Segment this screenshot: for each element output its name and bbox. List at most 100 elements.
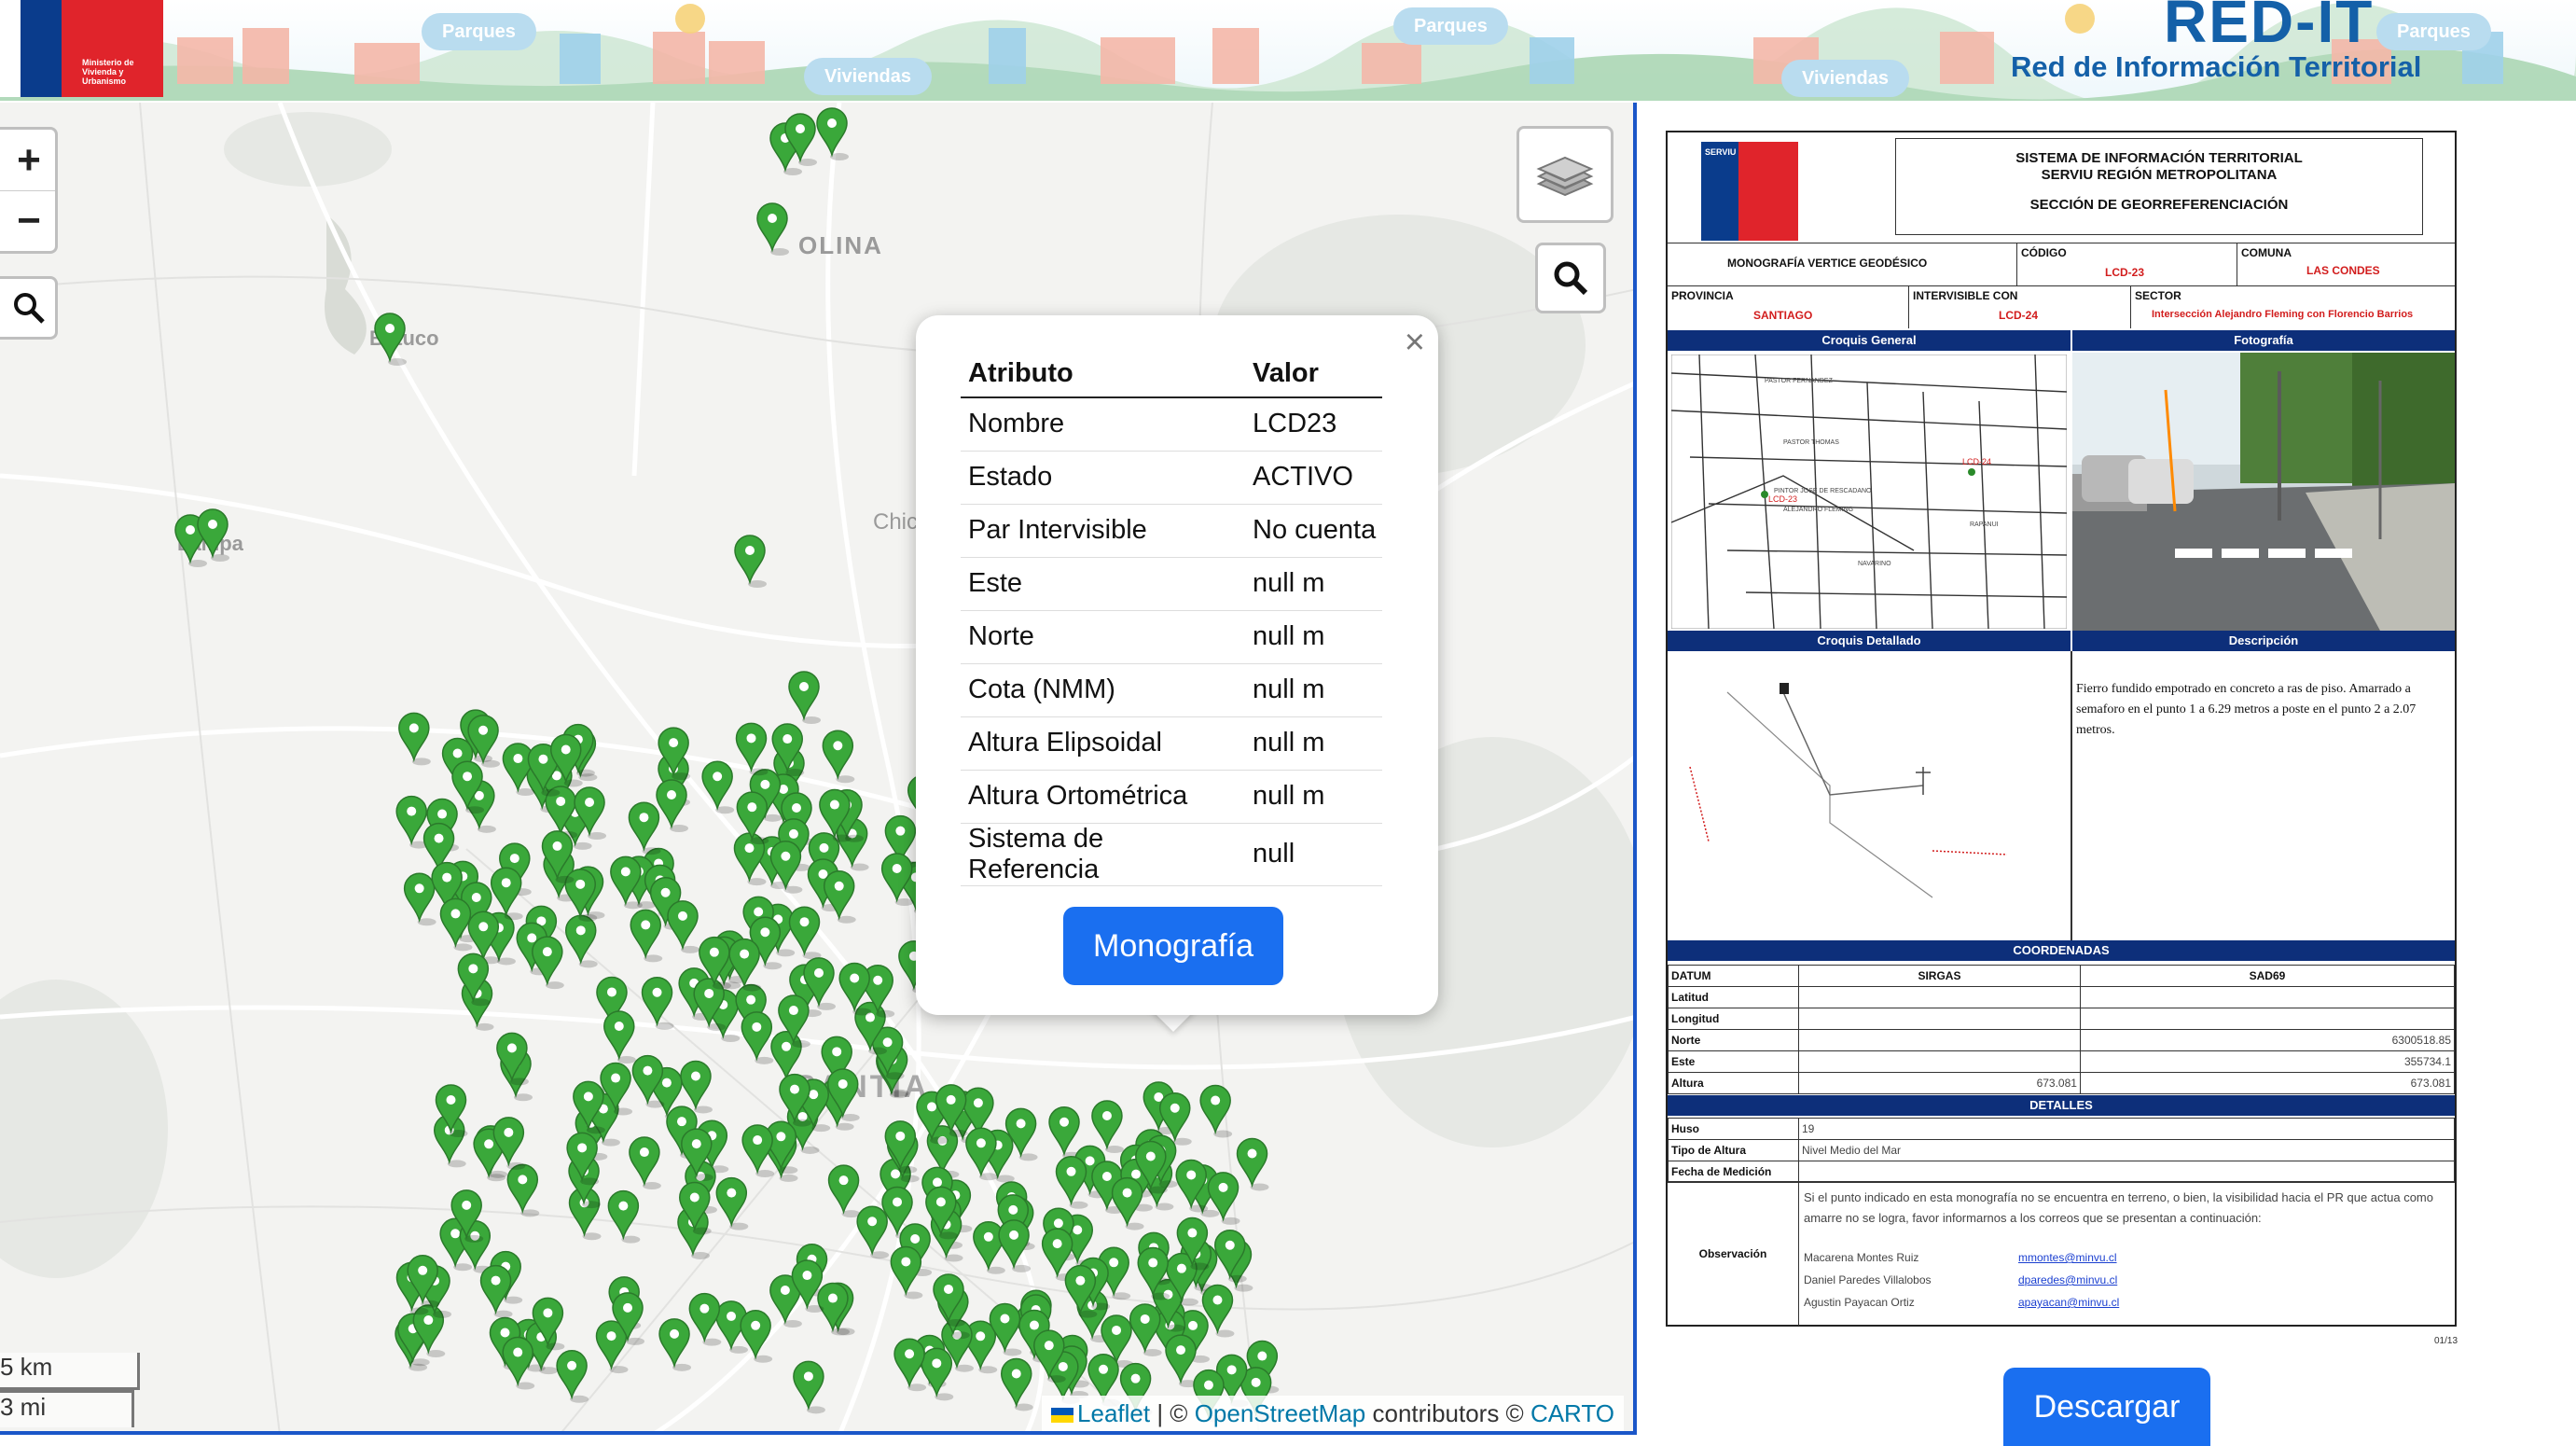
sector-value: Intersección Alejandro Fleming con Flore… bbox=[2152, 309, 2414, 320]
map-marker[interactable] bbox=[1165, 1334, 1198, 1388]
map-marker[interactable] bbox=[374, 313, 407, 366]
attribute-name: Estado bbox=[961, 451, 1245, 505]
table-row: DATUM SIRGAS SAD69 bbox=[1668, 965, 2456, 987]
contact-email-link[interactable]: dparedes@minvu.cl bbox=[2018, 1273, 2117, 1286]
map-marker[interactable] bbox=[628, 801, 661, 855]
map-marker[interactable] bbox=[667, 900, 699, 953]
map-marker[interactable] bbox=[715, 1176, 749, 1230]
map-search-button[interactable] bbox=[0, 276, 58, 340]
descripcion-header: Descripción bbox=[2072, 631, 2455, 651]
map-marker[interactable] bbox=[603, 1010, 636, 1064]
map-marker[interactable] bbox=[479, 1264, 513, 1318]
map-marker[interactable] bbox=[998, 1219, 1032, 1272]
map-marker[interactable] bbox=[735, 722, 769, 776]
coord-sirgas bbox=[1798, 1050, 2081, 1073]
map-marker[interactable] bbox=[1048, 1105, 1082, 1160]
map-marker[interactable] bbox=[816, 107, 849, 160]
map-marker[interactable] bbox=[701, 760, 735, 814]
map-marker[interactable] bbox=[641, 977, 674, 1030]
codigo-label: CÓDIGO bbox=[2021, 246, 2067, 259]
map-marker[interactable] bbox=[823, 870, 856, 924]
map-marker[interactable] bbox=[989, 1302, 1022, 1356]
sketch-label-lcd24: LCD-24 bbox=[1962, 457, 1991, 466]
page-number: 01/13 bbox=[2434, 1336, 2458, 1346]
svg-text:PASTOR FERNANDEZ: PASTOR FERNANDEZ bbox=[1765, 378, 1834, 384]
map-marker[interactable] bbox=[629, 1136, 661, 1190]
contact-email-link[interactable]: mmontes@minvu.cl bbox=[2018, 1251, 2117, 1264]
monografia-button[interactable]: Monografía bbox=[1063, 907, 1283, 985]
map-marker[interactable] bbox=[1236, 1137, 1269, 1191]
sector-label: SECTOR bbox=[2135, 289, 2181, 302]
map-marker[interactable] bbox=[740, 1310, 773, 1363]
map-marker[interactable] bbox=[1199, 1084, 1233, 1138]
popup-close-button[interactable]: × bbox=[1405, 323, 1425, 363]
table-row: Nombre LCD23 bbox=[961, 397, 1382, 452]
observacion-section: Observación Si el punto indicado en esta… bbox=[1668, 1181, 2455, 1326]
map-marker[interactable] bbox=[490, 867, 523, 921]
map-marker[interactable] bbox=[467, 714, 501, 768]
map-marker[interactable] bbox=[1001, 1357, 1033, 1411]
map-marker[interactable] bbox=[856, 1205, 890, 1259]
map-marker[interactable] bbox=[921, 1347, 954, 1401]
map-marker[interactable] bbox=[880, 853, 914, 907]
zoom-out-button[interactable]: − bbox=[0, 190, 55, 251]
map-marker[interactable] bbox=[793, 1360, 825, 1414]
map-marker[interactable] bbox=[197, 508, 229, 562]
map-marker[interactable] bbox=[827, 1164, 861, 1218]
map-marker[interactable] bbox=[564, 914, 598, 968]
geocoder-search-button[interactable] bbox=[1535, 243, 1606, 313]
attribute-value: null m bbox=[1245, 663, 1382, 717]
map-marker[interactable] bbox=[741, 1124, 775, 1178]
app-subtitle: Red de Información Territorial bbox=[2011, 50, 2422, 83]
layers-control-button[interactable] bbox=[1517, 126, 1613, 223]
map-marker[interactable] bbox=[1055, 1156, 1088, 1209]
map-marker[interactable] bbox=[788, 671, 821, 724]
fotografia-header: Fotografía bbox=[2072, 330, 2455, 351]
map-marker[interactable] bbox=[658, 1318, 692, 1371]
descargar-button[interactable]: Descargar bbox=[2003, 1368, 2210, 1446]
map-marker[interactable] bbox=[403, 872, 436, 926]
map-marker[interactable] bbox=[756, 202, 789, 256]
map-marker[interactable] bbox=[556, 1350, 589, 1403]
attribute-name: Sistema de Referencia bbox=[961, 823, 1245, 886]
provincia-value: SANTIAGO bbox=[1753, 309, 1813, 322]
map-marker[interactable] bbox=[822, 730, 855, 784]
map-marker[interactable] bbox=[607, 1189, 641, 1244]
map-marker[interactable] bbox=[492, 1117, 526, 1170]
coord-sirgas bbox=[1798, 1008, 2081, 1030]
map-marker[interactable] bbox=[890, 1245, 923, 1300]
leaflet-link[interactable]: Leaflet bbox=[1077, 1399, 1150, 1427]
croquis-general-map: PASTOR FERNANDEZ PASTOR THOMAS PINTOR JOS… bbox=[1671, 355, 2067, 629]
carto-link[interactable]: CARTO bbox=[1530, 1399, 1614, 1427]
table-row: Estado ACTIVO bbox=[961, 451, 1382, 505]
map-marker[interactable] bbox=[439, 897, 473, 952]
map-marker[interactable] bbox=[688, 1292, 722, 1346]
attribute-value: null bbox=[1245, 823, 1382, 886]
map-marker[interactable] bbox=[1129, 1303, 1162, 1356]
map-marker[interactable] bbox=[965, 1127, 998, 1181]
osm-link[interactable]: OpenStreetMap bbox=[1195, 1399, 1366, 1427]
map-marker[interactable] bbox=[893, 1338, 927, 1392]
map-marker[interactable] bbox=[734, 535, 767, 588]
map-marker[interactable] bbox=[741, 1011, 774, 1064]
map-marker[interactable] bbox=[506, 1163, 540, 1217]
map-marker[interactable] bbox=[680, 1060, 713, 1114]
table-row: Latitud bbox=[1668, 986, 2456, 1008]
comuna-value: LAS CONDES bbox=[2306, 264, 2380, 277]
attribute-value: null m bbox=[1245, 716, 1382, 771]
datum-header: DATUM bbox=[1668, 965, 1799, 987]
map-marker[interactable] bbox=[502, 1336, 535, 1390]
coord-label: Altura bbox=[1668, 1072, 1799, 1094]
map-marker[interactable] bbox=[398, 712, 431, 766]
contact-email-link[interactable]: apayacan@minvu.cl bbox=[2018, 1296, 2119, 1309]
intervisible-value: LCD-24 bbox=[1999, 309, 2039, 322]
zoom-in-button[interactable]: + bbox=[0, 130, 55, 190]
map-marker[interactable] bbox=[656, 779, 688, 832]
map-marker[interactable] bbox=[630, 909, 663, 963]
header-line-2: SERVIU REGIÓN METROPOLITANA bbox=[2041, 167, 2278, 183]
map-marker[interactable] bbox=[1111, 1176, 1144, 1230]
map-marker[interactable] bbox=[788, 906, 822, 960]
table-row: Norte null m bbox=[961, 610, 1382, 664]
map-marker[interactable] bbox=[1091, 1100, 1124, 1154]
map-marker[interactable] bbox=[532, 936, 564, 990]
